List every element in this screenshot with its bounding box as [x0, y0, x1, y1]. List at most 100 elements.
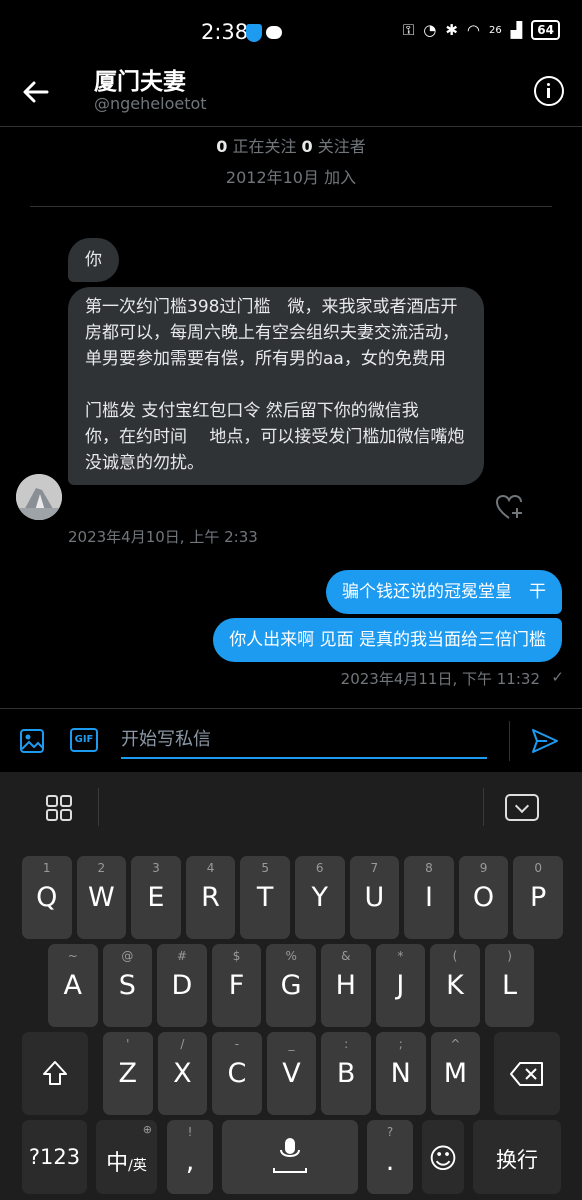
key-label: 换行 [496, 1148, 538, 1172]
image-icon[interactable] [19, 728, 45, 754]
key-q[interactable]: 1Q [22, 856, 72, 939]
key-label: E [147, 882, 165, 913]
following-label[interactable]: 正在关注 [232, 137, 296, 156]
key-label: K [446, 970, 464, 1001]
backspace-key[interactable] [494, 1032, 560, 1115]
key-label: O [472, 882, 495, 913]
key-hint: 2 [97, 861, 106, 875]
key-hint: 7 [370, 861, 379, 875]
key-i[interactable]: 8I [404, 856, 454, 939]
key-y[interactable]: 6Y [295, 856, 345, 939]
key-icon: ⚿ [402, 21, 415, 39]
space-key[interactable] [222, 1120, 358, 1194]
key-hint: ! [187, 1125, 193, 1139]
network-label: 26 [489, 24, 502, 36]
status-time: 2:38 [201, 20, 249, 44]
key-s[interactable]: @ S [102, 944, 153, 1027]
key-e[interactable]: 3E [131, 856, 181, 939]
soft-keyboard: 1 Q 2 W 3 E 4 R 5 T 6 Y 7 U 8 I 9 O 0 P ~ A @ S # D $ F% G & H * J(K) L ' Z… [0, 772, 582, 1200]
key-hint: $ [232, 949, 241, 963]
key-hint: ; [398, 1037, 403, 1051]
key-hint: 1 [42, 861, 51, 875]
message-bubble-outgoing[interactable]: 骗个钱还说的冠冕堂皇 干 [326, 570, 562, 614]
shift-key[interactable] [22, 1032, 88, 1115]
key-z[interactable]: ' Z [103, 1032, 153, 1115]
message-input[interactable] [121, 721, 487, 759]
key-n[interactable]: ; N [376, 1032, 426, 1115]
key-hint: 4 [206, 861, 215, 875]
followers-count[interactable]: 0 [302, 137, 313, 156]
joined-date: 2012年10月 加入 [225, 168, 357, 187]
key-k[interactable]: (K [430, 944, 480, 1027]
period-key[interactable]: ? . [367, 1120, 413, 1194]
globe-icon: ⊕ [142, 1123, 152, 1136]
key-hint: _ [288, 1037, 295, 1051]
avatar[interactable] [16, 474, 62, 520]
grid-menu-icon[interactable] [44, 793, 74, 823]
key-f[interactable]: $ F [211, 944, 262, 1027]
key-label: M [443, 1058, 467, 1089]
conversation-title[interactable]: 厦门夫妻 [94, 62, 186, 96]
key-hint: 5 [261, 861, 269, 875]
back-arrow-icon[interactable] [20, 76, 52, 108]
key-hint: / [180, 1037, 185, 1051]
key-u[interactable]: 7U [349, 856, 400, 939]
chat-notification-icon [266, 26, 282, 39]
divider [483, 788, 484, 826]
key-m[interactable]: ^ M [430, 1032, 481, 1115]
key-label: A [63, 970, 82, 1001]
key-h[interactable]: & H [321, 944, 371, 1027]
key-label: , [185, 1146, 195, 1177]
conversation-handle: @ngeheloetot [94, 94, 207, 113]
key-sublabel: /英 [128, 1158, 147, 1174]
key-p[interactable]: 0P [513, 856, 563, 939]
key-label: W [87, 882, 115, 913]
key-c[interactable]: -C [212, 1032, 262, 1115]
key-hint: 6 [315, 861, 324, 875]
language-switch-key[interactable]: 中/英 ⊕ [96, 1120, 157, 1194]
gif-button[interactable]: GIF [70, 728, 98, 752]
send-icon[interactable] [530, 727, 560, 755]
emoji-key[interactable]: ☺ [422, 1120, 464, 1194]
message-bubble-outgoing[interactable]: 你人出来啊 见面 是真的我当面给三倍门槛 [213, 618, 562, 662]
key-j[interactable]: * J [375, 944, 426, 1027]
enter-key[interactable]: 换行 [473, 1120, 561, 1194]
key-l[interactable]: ) L [484, 944, 535, 1027]
key-r[interactable]: 4R [185, 856, 236, 939]
key-label: P [529, 882, 547, 913]
message-bubble-incoming[interactable]: 你 [68, 238, 119, 282]
backspace-icon [510, 1062, 543, 1086]
key-hint: @ [121, 949, 134, 963]
status-bar: 2:38 ⚿ ◔ ✱ ◠ 26 ▟ 64 [0, 0, 582, 60]
key-hint: # [176, 949, 187, 963]
key-o[interactable]: 9O [458, 856, 509, 939]
key-g[interactable]: % G [266, 944, 316, 1027]
key-hint: & [341, 949, 351, 963]
key-t[interactable]: 5T [240, 856, 290, 939]
data-saver-icon: ◔ [423, 21, 437, 39]
message-bubble-incoming[interactable]: 第一次约门槛398过门槛 微，来我家或者酒店开房都可以，每周六晚上有空会组织夫妻… [68, 287, 484, 485]
key-a[interactable]: ~ A [48, 944, 98, 1027]
key-x[interactable]: / X [157, 1032, 208, 1115]
add-reaction-icon[interactable] [494, 492, 524, 522]
key-hint: - [234, 1037, 240, 1051]
followers-label[interactable]: 关注者 [318, 137, 366, 156]
keyboard-collapse-icon[interactable] [505, 794, 539, 821]
conversation-header: 厦门夫妻 @ngeheloetot [0, 60, 582, 127]
key-d[interactable]: # D [157, 944, 207, 1027]
num-symbols-key[interactable]: ?123 [22, 1120, 87, 1194]
divider [30, 206, 552, 207]
info-icon[interactable] [534, 76, 564, 106]
comma-key[interactable]: ! , [167, 1120, 213, 1194]
divider [98, 788, 99, 826]
following-count[interactable]: 0 [216, 137, 227, 156]
wifi-icon: ◠ [466, 21, 481, 39]
key-label: 中 [106, 1151, 129, 1176]
key-v[interactable]: _ V [266, 1032, 317, 1115]
key-b[interactable]: :B [321, 1032, 371, 1115]
status-icons: ⚿ ◔ ✱ ◠ 26 ▟ 64 [403, 20, 560, 40]
key-w[interactable]: 2W [76, 856, 127, 939]
key-hint: * [397, 949, 404, 963]
sent-check-icon: ✓ [551, 668, 564, 686]
emoji-icon: ☺ [428, 1142, 458, 1175]
